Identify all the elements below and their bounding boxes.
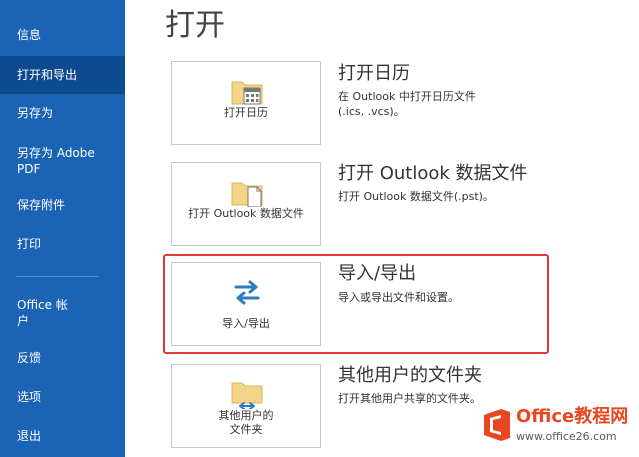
option-description: 打开其他用户共享的文件夹。 <box>338 392 481 405</box>
option-description: 导入或导出文件和设置。 <box>338 291 459 304</box>
sidebar-item-info[interactable]: 信息 <box>0 27 125 43</box>
sidebar-item-exit[interactable]: 退出 <box>0 428 125 444</box>
option-title: 打开 Outlook 数据文件 <box>338 163 528 184</box>
option-title: 导入/导出 <box>338 263 417 284</box>
sidebar-item-open-export[interactable]: 打开和导出 <box>0 56 125 94</box>
calendar-folder-icon <box>231 81 263 105</box>
outlook-backstage: 信息 打开和导出 另存为 另存为 Adobe PDF 保存附件 打印 Offic… <box>0 0 639 457</box>
open-data-file-tile[interactable]: 打开 Outlook 数据文件 <box>171 162 321 246</box>
sidebar-item-save-as-pdf[interactable]: 另存为 Adobe PDF <box>0 145 125 177</box>
sidebar-divider <box>16 276 98 277</box>
site-watermark: Office教程网 www.office26.com <box>478 400 639 457</box>
tile-label: 导入/导出 <box>222 317 270 330</box>
option-title: 其他用户的文件夹 <box>338 365 482 386</box>
option-description: 打开 Outlook 数据文件(.pst)。 <box>338 190 494 203</box>
sidebar-item-office-account[interactable]: Office 帐 户 <box>0 297 125 329</box>
sidebar-item-options[interactable]: 选项 <box>0 389 125 405</box>
tile-label: 打开 Outlook 数据文件 <box>188 207 304 220</box>
watermark-name: Office教程网 <box>516 406 629 427</box>
import-export-tile[interactable]: 导入/导出 <box>171 262 321 346</box>
watermark-url: www.office26.com <box>516 430 617 443</box>
data-file-folder-icon <box>231 182 263 207</box>
import-export-arrows-icon <box>234 280 260 305</box>
other-user-folder-tile[interactable]: 其他用户的 文件夹 <box>171 364 321 448</box>
backstage-sidebar: 信息 打开和导出 另存为 另存为 Adobe PDF 保存附件 打印 Offic… <box>0 0 125 457</box>
office-logo-icon <box>484 409 510 441</box>
page-title: 打开 <box>165 8 225 43</box>
open-calendar-tile[interactable]: 打开日历 <box>171 61 321 145</box>
option-description: 在 Outlook 中打开日历文件 (.ics, .vcs)。 <box>338 90 476 118</box>
option-title: 打开日历 <box>338 63 410 84</box>
tile-label: 其他用户的 文件夹 <box>218 409 274 436</box>
sidebar-item-save-as[interactable]: 另存为 <box>0 105 125 121</box>
sidebar-item-feedback[interactable]: 反馈 <box>0 350 125 366</box>
sidebar-item-print[interactable]: 打印 <box>0 236 125 252</box>
tile-label: 打开日历 <box>224 106 268 119</box>
shared-folder-icon <box>231 382 263 409</box>
sidebar-item-save-attachments[interactable]: 保存附件 <box>0 197 125 213</box>
